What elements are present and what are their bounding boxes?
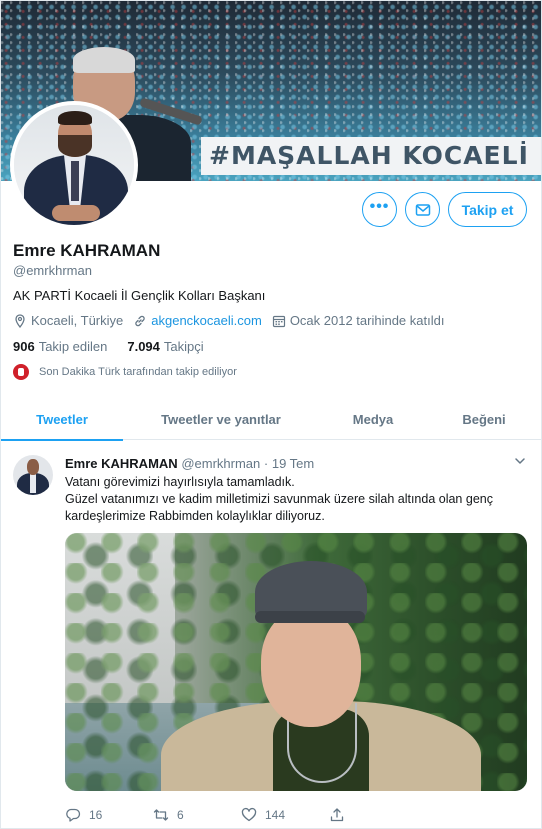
followers-label: Takipçi bbox=[163, 339, 204, 354]
like-count: 144 bbox=[265, 808, 286, 822]
joined-text: Ocak 2012 tarihinde katıldı bbox=[289, 313, 445, 328]
website-link[interactable]: akgenckocaeli.com bbox=[151, 313, 262, 328]
followed-by-text: Son Dakika Türk tarafından takip ediliyo… bbox=[39, 366, 237, 378]
followers-count: 7.094 bbox=[127, 339, 160, 354]
tab-tweets[interactable]: Tweetler bbox=[1, 398, 123, 441]
link-icon bbox=[135, 315, 145, 326]
profile-tabs: Tweetler Tweetler ve yanıtlar Medya Beğe… bbox=[1, 398, 541, 441]
more-dots-icon: ••• bbox=[369, 197, 390, 215]
retweet-icon bbox=[153, 809, 169, 821]
location-text: Kocaeli, Türkiye bbox=[31, 313, 124, 328]
retweet-button[interactable]: 6 bbox=[153, 807, 241, 823]
like-button[interactable]: 144 bbox=[241, 807, 329, 823]
profile-bio: AK PARTİ Kocaeli İl Gençlik Kolları Başk… bbox=[13, 288, 266, 303]
reply-icon bbox=[66, 808, 81, 822]
profile-website[interactable]: akgenckocaeli.com bbox=[133, 313, 262, 328]
tab-tweets-and-replies[interactable]: Tweetler ve yanıtlar bbox=[123, 398, 319, 440]
profile-avatar[interactable] bbox=[10, 101, 138, 229]
tweet-actions: 16 6 144 bbox=[65, 807, 353, 823]
tweet-header: Emre KAHRAMAN @emrkhrman · 19 Tem bbox=[65, 456, 314, 471]
profile-meta: Kocaeli, Türkiye akgenckocaeli.com Ocak … bbox=[13, 313, 454, 328]
tweet-text: Vatanı görevimizi hayırlısıyla tamamladı… bbox=[65, 474, 533, 525]
location-pin-icon bbox=[15, 313, 25, 328]
tab-likes[interactable]: Beğeni bbox=[427, 398, 541, 440]
tweet-separator: · bbox=[263, 456, 269, 471]
profile-joined: Ocak 2012 tarihinde katıldı bbox=[272, 313, 445, 328]
profile-handle: @emrkhrman bbox=[13, 263, 92, 278]
profile-name: Emre KAHRAMAN bbox=[13, 241, 161, 260]
tweet-photo[interactable] bbox=[65, 533, 527, 791]
heart-icon bbox=[241, 807, 257, 822]
envelope-icon bbox=[415, 203, 430, 216]
profile-location: Kocaeli, Türkiye bbox=[13, 313, 123, 328]
profile-page: #MAŞALLAH KOCAELİ ••• Takip et Emre KAHR… bbox=[0, 0, 542, 829]
follower-avatar-icon bbox=[13, 364, 29, 380]
tweet-text-line-2: Güzel vatanımızı ve kadim milletimizi sa… bbox=[65, 492, 493, 523]
follow-counts: 906 Takip edilen 7.094 Takipçi bbox=[13, 339, 224, 354]
reply-button[interactable]: 16 bbox=[65, 807, 153, 823]
tweet-author-name[interactable]: Emre KAHRAMAN bbox=[65, 456, 178, 471]
chevron-down-icon[interactable] bbox=[513, 454, 527, 468]
message-button[interactable] bbox=[405, 192, 440, 227]
calendar-icon bbox=[272, 315, 285, 327]
tweet-date[interactable]: 19 Tem bbox=[272, 456, 314, 471]
tweet-avatar[interactable] bbox=[13, 455, 53, 495]
reply-count: 16 bbox=[89, 808, 103, 822]
share-button[interactable] bbox=[329, 807, 353, 823]
followed-by[interactable]: Son Dakika Türk tarafından takip ediliyo… bbox=[13, 364, 237, 380]
follow-button[interactable]: Takip et bbox=[448, 192, 527, 227]
more-options-button[interactable]: ••• bbox=[362, 192, 397, 227]
share-icon bbox=[330, 808, 344, 822]
tweet-author-handle[interactable]: @emrkhrman bbox=[181, 456, 260, 471]
following-count-link[interactable]: 906 Takip edilen bbox=[13, 339, 107, 354]
following-count: 906 bbox=[13, 339, 35, 354]
retweet-count: 6 bbox=[177, 808, 184, 822]
tab-media[interactable]: Medya bbox=[319, 398, 427, 440]
tweet-text-line-1: Vatanı görevimizi hayırlısıyla tamamladı… bbox=[65, 475, 295, 489]
followers-count-link[interactable]: 7.094 Takipçi bbox=[127, 339, 203, 354]
following-label: Takip edilen bbox=[38, 339, 108, 354]
banner-sign-text: #MAŞALLAH KOCAELİ bbox=[201, 137, 541, 175]
